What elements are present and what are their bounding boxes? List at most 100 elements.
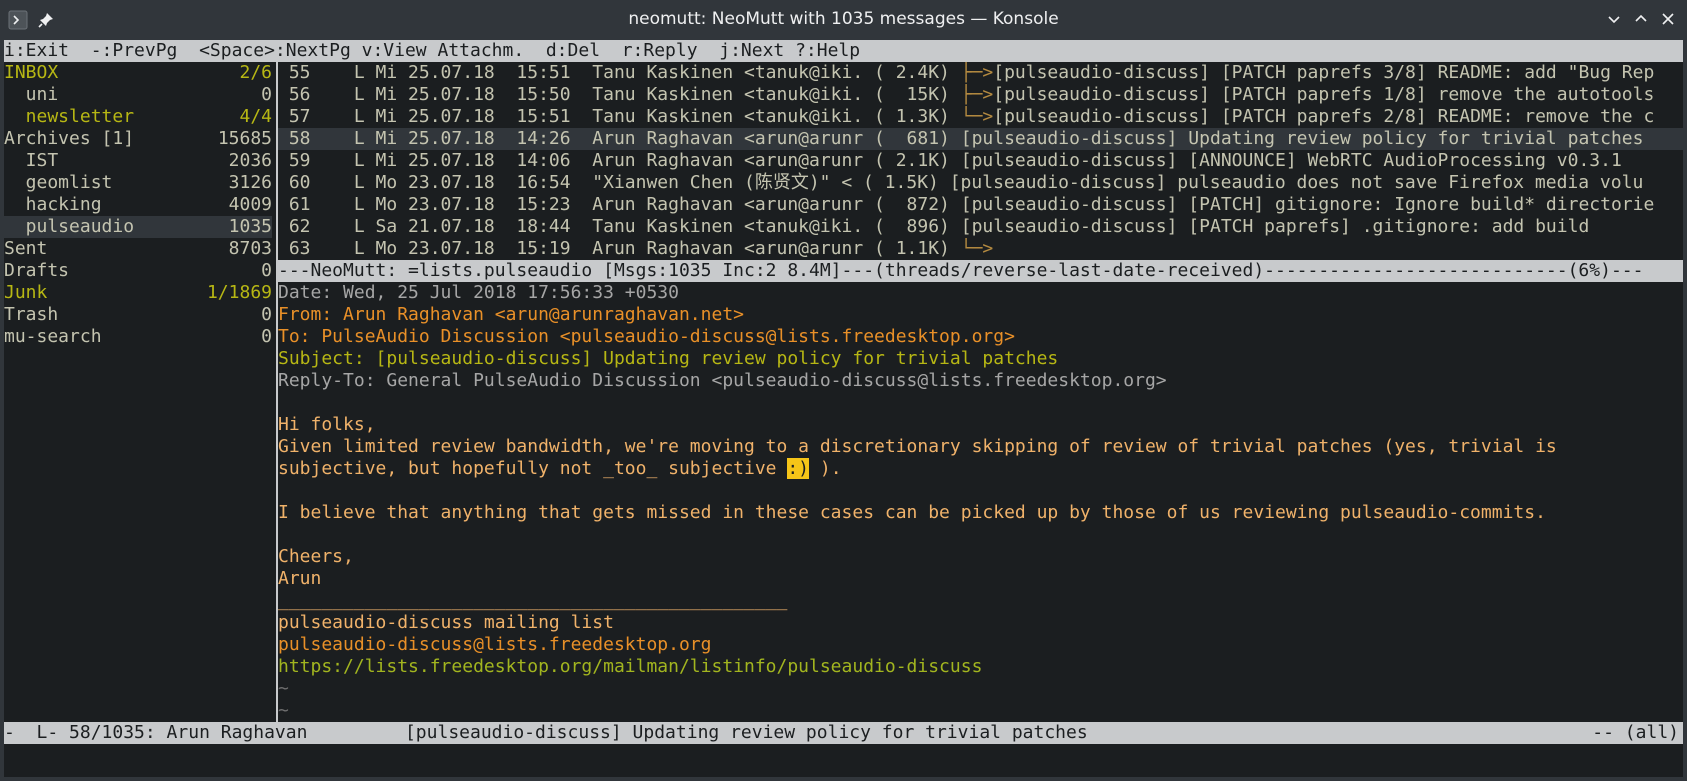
sidebar-item-count: 0 [261,84,272,105]
signature-url-link[interactable]: https://lists.freedesktop.org/mailman/li… [278,656,1683,678]
message-row[interactable]: 63 L Mo 23.07.18 15:19 Arun Raghavan <ar… [278,238,1683,260]
row-meta: 55 L Mi 25.07.18 15:51 Tanu Kaskinen <ta… [278,62,961,83]
sidebar-item-geomlist[interactable]: geomlist 3126 [4,172,272,194]
row-meta: 56 L Mi 25.07.18 15:50 Tanu Kaskinen <ta… [278,84,961,105]
thread-tree: └─> [960,238,994,259]
sidebar-item-name: Archives [1] [4,128,135,149]
index-status-bar: ---NeoMutt: =lists.pulseaudio [Msgs:1035… [278,260,1683,282]
window-titlebar: neomutt: NeoMutt with 1035 messages — Ko… [0,0,1687,40]
sidebar-item-count: 1035 [228,216,272,237]
sidebar-item-count: 0 [261,326,272,347]
sidebar-item-count: 1/1869 [206,282,272,303]
body-text: ). [809,458,842,479]
signature-list-name: pulseaudio-discuss mailing list [278,612,614,633]
message-row[interactable]: 62 L Sa 21.07.18 18:44 Tanu Kaskinen <ta… [278,216,1683,238]
row-subject: [pulseaudio-discuss] [PATCH paprefs] .gi… [960,216,1590,237]
pager-status-left: - L- 58/1035: Arun Raghavan [pulseaudio-… [4,722,1088,743]
sidebar-item-name: IST [4,150,59,171]
sidebar-item-name: mu-search [4,326,102,347]
maximize-icon[interactable] [1630,8,1652,30]
sidebar-item-name: uni [4,84,59,105]
thread-tree: ├─> [960,84,994,105]
signature-email-link[interactable]: pulseaudio-discuss@lists.freedesktop.org [278,634,1683,656]
row-subject: [pulseaudio-discuss] pulseaudio does not… [949,172,1644,193]
sidebar-item-count: 0 [261,260,272,281]
header-date: Date: Wed, 25 Jul 2018 17:56:33 +0530 [278,282,679,303]
message-row[interactable]: 55 L Mi 25.07.18 15:51 Tanu Kaskinen <ta… [278,62,1683,84]
row-meta: 61 L Mo 23.07.18 15:23 Arun Raghavan <ar… [278,194,961,215]
pager-status-right: -- (all) [1592,722,1679,743]
sidebar-item-trash[interactable]: Trash 0 [4,304,272,326]
header-to: To: PulseAudio Discussion <pulseaudio-di… [278,326,1015,347]
sidebar-item-name: newsletter [4,106,135,127]
sidebar-item-ist[interactable]: IST 2036 [4,150,272,172]
message-row[interactable]: 56 L Mi 25.07.18 15:50 Tanu Kaskinen <ta… [278,84,1683,106]
sidebar-item-count: 8703 [228,238,272,259]
body-signature-name: Arun [278,568,322,589]
sidebar-item-name: Trash [4,304,59,325]
row-subject: [pulseaudio-discuss] [PATCH paprefs 2/8]… [993,106,1655,127]
sidebar-item-name: Junk [4,282,48,303]
message-row[interactable]: 60 L Mo 23.07.18 16:54 "Xianwen Chen (陈贤… [278,172,1683,194]
sidebar-item-count: 2036 [228,150,272,171]
sidebar-item-count: 4009 [228,194,272,215]
pager-filler-tilde: ~ [278,700,289,721]
sidebar-item-name: Sent [4,238,48,259]
sidebar-item-name: geomlist [4,172,113,193]
sidebar-item-sent[interactable]: Sent 8703 [4,238,272,260]
window-title: neomutt: NeoMutt with 1035 messages — Ko… [628,9,1059,29]
message-row[interactable]: 59 L Mi 25.07.18 14:06 Arun Raghavan <ar… [278,150,1683,172]
close-icon[interactable] [1657,8,1679,30]
sidebar-item-uni[interactable]: uni 0 [4,84,272,106]
sidebar-item-hacking[interactable]: hacking 4009 [4,194,272,216]
body-closing: Cheers, [278,546,354,567]
body-paragraph: I believe that anything that gets missed… [278,502,1546,523]
sidebar-item-count: 15685 [217,128,272,149]
sidebar-item-name: INBOX [4,62,59,83]
signature-rule: ________________________________________… [278,590,788,611]
sidebar-item-junk[interactable]: Junk 1/1869 [4,282,272,304]
sidebar-item-count: 3126 [228,172,272,193]
sidebar-item-pulseaudio[interactable]: pulseaudio 1035 [4,216,272,238]
message-row[interactable]: 57 L Mi 25.07.18 15:51 Tanu Kaskinen <ta… [278,106,1683,128]
row-subject: [pulseaudio-discuss] [ANNOUNCE] WebRTC A… [960,150,1622,171]
message-row[interactable]: 61 L Mo 23.07.18 15:23 Arun Raghavan <ar… [278,194,1683,216]
sidebar-item-name: Drafts [4,260,70,281]
row-meta: 57 L Mi 25.07.18 15:51 Tanu Kaskinen <ta… [278,106,961,127]
row-subject: [pulseaudio-discuss] [PATCH paprefs 3/8]… [993,62,1655,83]
sidebar-item-newsletter[interactable]: newsletter 4/4 [4,106,272,128]
body-line: subjective, but hopefully not _too_ subj… [278,458,1683,480]
header-reply-to: Reply-To: General PulseAudio Discussion … [278,370,1167,391]
smiley-highlight: :) [787,458,810,479]
sidebar-item-count: 2/6 [239,62,272,83]
sidebar-item-archives[interactable]: Archives [1] 15685 [4,128,272,150]
terminal-area[interactable]: i:Exit -:PrevPg <Space>:NextPg v:View At… [4,40,1683,777]
row-meta: 63 L Mo 23.07.18 15:19 Arun Raghavan <ar… [278,238,961,259]
minimize-icon[interactable] [1603,8,1625,30]
row-meta: 59 L Mi 25.07.18 14:06 Arun Raghavan <ar… [278,150,961,171]
pager-status-bar: - L- 58/1035: Arun Raghavan [pulseaudio-… [4,722,1683,744]
help-bar: i:Exit -:PrevPg <Space>:NextPg v:View At… [4,40,1683,62]
sidebar-item-mu-search[interactable]: mu-search 0 [4,326,272,348]
sidebar-item-inbox[interactable]: INBOX 2/6 [4,62,272,84]
row-meta: 60 L Mo 23.07.18 16:54 "Xianwen Chen (陈贤… [278,172,950,193]
body-text: subjective, but hopefully not _too_ subj… [278,458,788,479]
sidebar-item-drafts[interactable]: Drafts 0 [4,260,272,282]
body-line: Given limited review bandwidth, we're mo… [278,436,1557,457]
row-subject: [pulseaudio-discuss] [PATCH paprefs 1/8]… [993,84,1655,105]
row-meta: 58 L Mi 25.07.18 14:26 Arun Raghavan <ar… [278,128,961,149]
sidebar-item-name: hacking [4,194,102,215]
thread-tree: └─> [960,106,994,127]
row-meta: 62 L Sa 21.07.18 18:44 Tanu Kaskinen <ta… [278,216,961,237]
pager-filler-tilde: ~ [278,678,289,699]
body-greeting: Hi folks, [278,414,376,435]
sidebar-item-count: 0 [261,304,272,325]
row-subject: [pulseaudio-discuss] [PATCH] gitignore: … [960,194,1655,215]
header-subject: Subject: [pulseaudio-discuss] Updating r… [278,348,1059,369]
sidebar: INBOX 2/6 uni 0 newsletter 4/4 Archives [1]… [4,62,276,722]
header-from: From: Arun Raghavan <arun@arunraghavan.n… [278,304,744,325]
row-subject: [pulseaudio-discuss] Updating review pol… [960,128,1644,149]
message-row-selected[interactable]: 58 L Mi 25.07.18 14:26 Arun Raghavan <ar… [278,128,1683,150]
thread-tree: ├─> [960,62,994,83]
sidebar-item-count: 4/4 [239,106,272,127]
